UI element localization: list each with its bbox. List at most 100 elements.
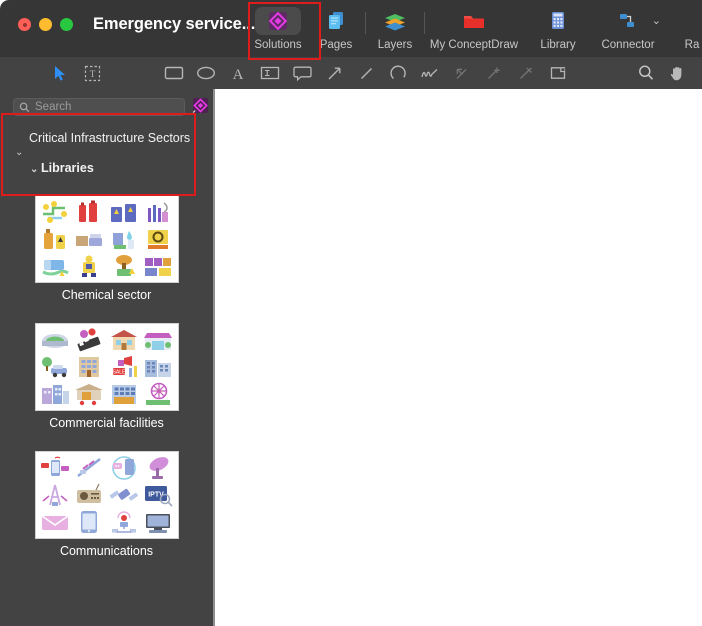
text-frame-icon: T xyxy=(84,65,101,82)
tree-item-critical-infrastructure-sectors[interactable]: ⌄ Critical Infrastructure Sectors xyxy=(0,126,213,158)
my-conceptdraw-icon-wrap xyxy=(451,7,497,35)
pen-point-icon xyxy=(453,65,471,82)
toolbar-button-my-conceptdraw[interactable]: My ConceptDraw xyxy=(425,0,523,57)
pan-tool[interactable] xyxy=(662,57,694,89)
toolbar-label-rapid-draw: Ra xyxy=(684,39,700,51)
toolbar-label-pages: Pages xyxy=(319,39,353,51)
thumb-icon xyxy=(73,226,106,252)
library-item-commercial-facilities[interactable]: SALE Commercial facilities xyxy=(0,323,213,451)
pointer-tool[interactable] xyxy=(44,57,76,89)
thumb-icon xyxy=(107,482,140,508)
add-point-tool[interactable] xyxy=(478,57,510,89)
hand-icon xyxy=(669,64,687,83)
thumb-icon: IPTV xyxy=(141,482,174,508)
thumb-icon xyxy=(141,509,174,535)
freehand-tool[interactable] xyxy=(414,57,446,89)
thumb-icon xyxy=(141,199,174,225)
window-controls xyxy=(18,18,73,31)
close-window-button[interactable] xyxy=(18,18,31,31)
tree-item-label-libraries: Libraries xyxy=(41,161,94,175)
toolbar-label-my-conceptdraw: My ConceptDraw xyxy=(429,39,519,51)
delete-point-tool[interactable] xyxy=(510,57,542,89)
thumb-icon xyxy=(107,327,140,353)
arrow-cursor-icon xyxy=(53,65,67,82)
toolbar-button-pages[interactable]: Pages xyxy=(307,0,365,57)
toolbar-button-connector[interactable]: Connector ⌄ xyxy=(593,0,663,57)
layers-icon-wrap xyxy=(372,7,418,35)
library-item-communications[interactable]: IPTV Communications xyxy=(0,451,213,579)
document-canvas[interactable] xyxy=(215,89,702,626)
rectangle-icon xyxy=(164,65,184,81)
communications-icons: IPTV xyxy=(34,451,179,539)
text-block-tool[interactable] xyxy=(254,57,286,89)
window-title: Emergency service... xyxy=(93,14,256,33)
pen-delete-point-icon xyxy=(517,65,535,82)
tree-item-label-sectors: Critical Infrastructure Sectors xyxy=(29,131,191,145)
toolbar-button-solutions[interactable]: Solutions xyxy=(249,0,307,57)
commercial-facilities-icons: SALE xyxy=(34,323,179,411)
thumb-icon xyxy=(39,354,72,380)
smart-shape-tool[interactable] xyxy=(542,57,574,89)
zoom-tool[interactable] xyxy=(630,57,662,89)
thumb-icon xyxy=(141,354,174,380)
tree-item-libraries[interactable]: ⌄ Libraries xyxy=(0,150,213,181)
thumb-icon xyxy=(73,253,106,279)
thumb-icon xyxy=(141,455,174,481)
library-icon-wrap xyxy=(535,7,581,35)
callout-tool[interactable] xyxy=(286,57,318,89)
thumb-icon xyxy=(107,226,140,252)
pages-icon-wrap xyxy=(313,7,359,35)
rectangle-tool[interactable] xyxy=(158,57,190,89)
scribble-icon xyxy=(420,65,440,82)
toolbar-label-library: Library xyxy=(540,39,576,51)
thumb-icon xyxy=(73,509,106,535)
text-tool[interactable]: A xyxy=(222,57,254,89)
toolbar-label-connector: Connector xyxy=(601,39,655,51)
thumb-icon xyxy=(73,327,106,353)
solutions-diamond-icon[interactable] xyxy=(192,97,209,114)
sidebar-tree: ⌄ Critical Infrastructure Sectors ⌄ Libr… xyxy=(0,126,213,181)
search-icon xyxy=(19,102,30,113)
thumb-icon xyxy=(39,226,72,252)
pen-tool[interactable] xyxy=(446,57,478,89)
toolbar-button-layers[interactable]: Layers xyxy=(366,0,424,57)
library-item-chemical-sector[interactable]: Chemical sector xyxy=(0,195,213,323)
thumb-icon xyxy=(39,253,72,279)
maximize-window-button[interactable] xyxy=(60,18,73,31)
thumb-icon xyxy=(141,226,174,252)
text-select-tool[interactable]: T xyxy=(76,57,108,89)
solutions-diamond-icon xyxy=(268,8,288,34)
chemical-sector-icons xyxy=(34,195,179,283)
thumb-icon xyxy=(107,253,140,279)
toolbar-button-library[interactable]: Library xyxy=(523,0,593,57)
arc-tool[interactable] xyxy=(382,57,414,89)
pen-add-point-icon xyxy=(485,65,503,82)
thumb-icon xyxy=(73,455,106,481)
svg-text:A: A xyxy=(233,67,244,82)
library-caption-communications: Communications xyxy=(59,544,154,558)
search-input[interactable]: Search xyxy=(13,98,185,116)
thumb-icon xyxy=(73,381,106,407)
ellipse-tool[interactable] xyxy=(190,57,222,89)
connector-icon xyxy=(616,8,640,34)
thumb-icon xyxy=(107,381,140,407)
chevron-down-icon[interactable]: ⌄ xyxy=(30,165,38,175)
arrow-tool[interactable] xyxy=(318,57,350,89)
thumb-icon xyxy=(107,509,140,535)
smart-connector-icon xyxy=(549,65,567,82)
thumb-icon xyxy=(39,381,72,407)
diagonal-arrow-icon xyxy=(326,65,343,82)
svg-text:T: T xyxy=(89,69,95,79)
chevron-down-icon[interactable]: ⌄ xyxy=(652,14,661,27)
minimize-window-button[interactable] xyxy=(39,18,52,31)
line-icon xyxy=(358,65,375,82)
line-tool[interactable] xyxy=(350,57,382,89)
layers-stack-icon xyxy=(383,8,407,34)
connector-icon-wrap xyxy=(605,7,651,35)
toolbar-button-rapid-draw[interactable]: Ra xyxy=(663,0,702,57)
rapid-draw-icon-wrap xyxy=(669,7,702,35)
search-placeholder: Search xyxy=(35,101,72,113)
search-row: Search xyxy=(0,94,213,120)
main-toolbar: Solutions Pages Layers My ConceptDraw Li… xyxy=(249,0,702,57)
svg-text:SALE: SALE xyxy=(112,370,125,376)
